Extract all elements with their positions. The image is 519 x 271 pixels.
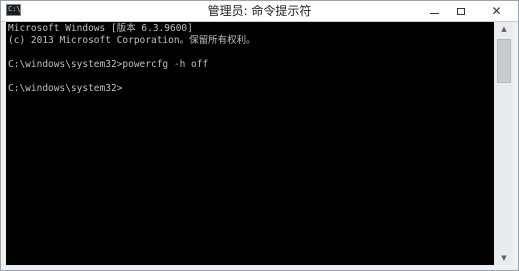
chevron-up-icon: ▲ xyxy=(501,25,507,33)
close-button[interactable]: ✕ xyxy=(475,1,518,21)
minimize-button[interactable] xyxy=(421,1,447,21)
vertical-scrollbar[interactable]: ▲ ▼ xyxy=(495,22,513,265)
scroll-down-button[interactable]: ▼ xyxy=(495,251,513,265)
maximize-button[interactable] xyxy=(448,1,474,21)
close-icon: ✕ xyxy=(491,4,502,18)
console-line-command: C:\windows\system32>powercfg -h off xyxy=(8,59,209,70)
command-prompt-window: C:\ 管理员: 命令提示符 ✕ Microsoft Windows [版本 6… xyxy=(0,0,519,271)
scroll-up-button[interactable]: ▲ xyxy=(495,22,513,36)
console-line-version: Microsoft Windows [版本 6.3.9600] xyxy=(8,23,193,34)
maximize-icon xyxy=(457,7,465,15)
title-bar[interactable]: C:\ 管理员: 命令提示符 ✕ xyxy=(1,1,518,22)
scroll-thumb[interactable] xyxy=(497,39,511,83)
minimize-icon xyxy=(429,12,439,14)
console-output[interactable]: Microsoft Windows [版本 6.3.9600] (c) 2013… xyxy=(6,22,494,265)
console-line-prompt: C:\windows\system32> xyxy=(8,83,123,94)
chevron-down-icon: ▼ xyxy=(501,254,507,262)
console-line-copyright: (c) 2013 Microsoft Corporation。保留所有权利。 xyxy=(8,35,256,46)
